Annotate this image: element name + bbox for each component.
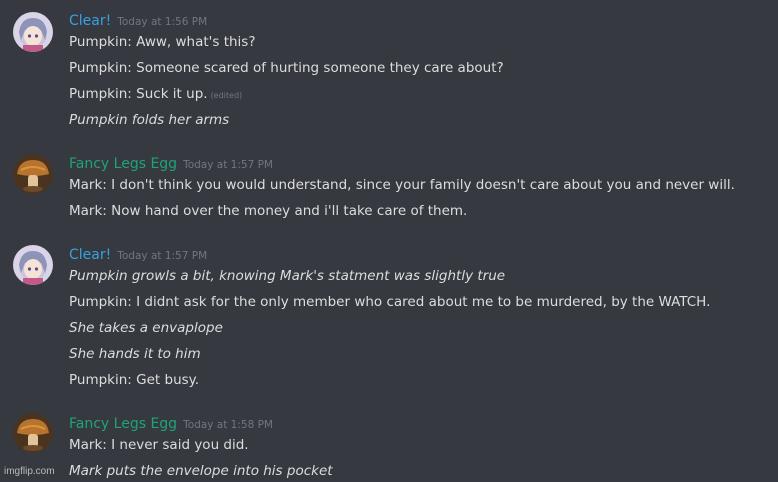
- message-line: Mark: Now hand over the money and i'll t…: [69, 203, 468, 219]
- imgflip-watermark: imgflip.com: [4, 466, 55, 477]
- message-line: Pumpkin: Get busy.: [69, 372, 200, 388]
- message-line: She takes a envaplope: [69, 320, 223, 336]
- username[interactable]: Fancy Legs Egg: [69, 156, 177, 172]
- avatar[interactable]: [13, 12, 53, 52]
- message-line: Mark puts the envelope into his pocket: [69, 463, 333, 479]
- mushroom-avatar-icon: [13, 413, 53, 453]
- edited-label: (edited): [210, 91, 243, 100]
- message-line: Pumpkin: Someone scared of hurting someo…: [69, 60, 504, 76]
- message-line: Pumpkin: Aww, what's this?: [69, 34, 256, 50]
- username[interactable]: Clear!: [69, 247, 111, 263]
- message-header: Fancy Legs Egg Today at 1:58 PM: [69, 414, 273, 434]
- anime-character-avatar-icon: [13, 245, 53, 285]
- username[interactable]: Fancy Legs Egg: [69, 416, 177, 432]
- timestamp: Today at 1:57 PM: [183, 159, 273, 171]
- message-line: Pumpkin: Suck it up. (edited): [69, 85, 242, 105]
- message-line: Pumpkin folds her arms: [69, 112, 230, 128]
- avatar[interactable]: [13, 154, 53, 194]
- username[interactable]: Clear!: [69, 13, 111, 29]
- timestamp: Today at 1:57 PM: [117, 250, 208, 262]
- message-line: Pumpkin: I didnt ask for the only member…: [69, 294, 711, 310]
- avatar[interactable]: [13, 245, 53, 285]
- mushroom-avatar-icon: [13, 154, 53, 194]
- message-line: She hands it to him: [69, 346, 201, 362]
- message-line: Mark: I never said you did.: [69, 437, 249, 453]
- message-header: Clear! Today at 1:57 PM: [69, 245, 207, 265]
- timestamp: Today at 1:58 PM: [183, 419, 273, 431]
- message-line: Mark: I don't think you would understand…: [69, 177, 735, 193]
- message-text: Pumpkin: Suck it up.: [69, 86, 208, 102]
- timestamp: Today at 1:56 PM: [117, 16, 208, 28]
- message-header: Fancy Legs Egg Today at 1:57 PM: [69, 154, 273, 174]
- message-line: Pumpkin growls a bit, knowing Mark's sta…: [69, 268, 506, 284]
- avatar[interactable]: [13, 413, 53, 453]
- anime-character-avatar-icon: [13, 12, 53, 52]
- message-header: Clear! Today at 1:56 PM: [69, 11, 207, 31]
